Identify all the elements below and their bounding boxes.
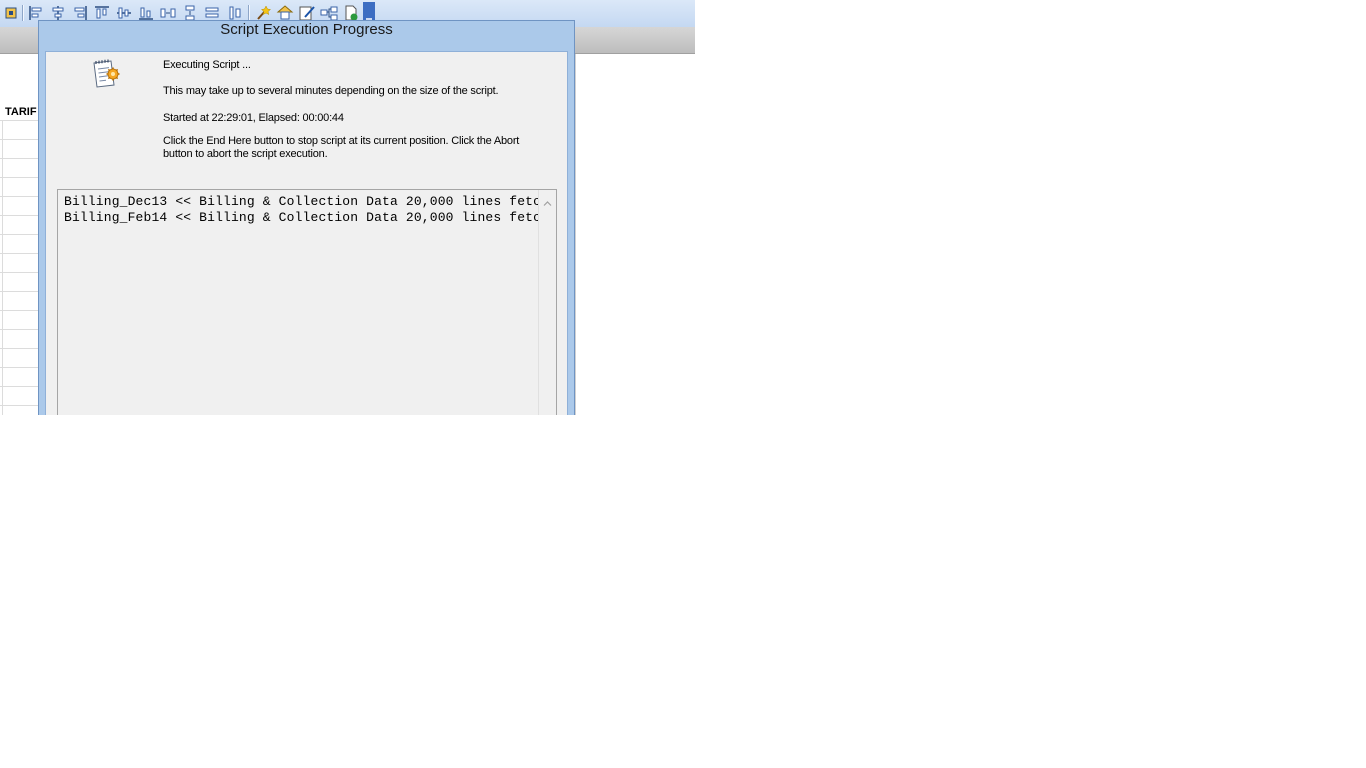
- log-line: Billing_Dec13 << Billing & Collection Da…: [64, 194, 538, 209]
- scroll-up-icon[interactable]: [543, 195, 552, 206]
- background-divider: [575, 54, 576, 415]
- dialog-title[interactable]: Script Execution Progress: [39, 21, 574, 52]
- execution-log[interactable]: Billing_Dec13 << Billing & Collection Da…: [57, 189, 557, 415]
- align-icon[interactable]: [2, 4, 20, 22]
- log-scrollbar[interactable]: [538, 190, 556, 415]
- sheet-column-header: TARIF: [5, 106, 37, 118]
- sheet-grid: [0, 120, 38, 415]
- screen-capture: TARIF Script Execution Progress Executin…: [0, 0, 695, 415]
- executing-label: Executing Script ...: [163, 59, 251, 71]
- toolbar-separator: [22, 5, 23, 21]
- dialog-body: Executing Script ... This may take up to…: [45, 51, 568, 415]
- elapsed-status: Started at 22:29:01, Elapsed: 00:00:44: [163, 112, 344, 124]
- script-document-icon: [91, 58, 121, 92]
- instructions-text: Click the End Here button to stop script…: [163, 135, 520, 160]
- log-line: Billing_Feb14 << Billing & Collection Da…: [64, 210, 538, 225]
- script-execution-dialog: Script Execution Progress Executing Scri…: [38, 20, 575, 415]
- log-lines: Billing_Dec13 << Billing & Collection Da…: [64, 194, 538, 226]
- toolbar-separator: [248, 5, 249, 21]
- wait-message: This may take up to several minutes depe…: [163, 85, 499, 97]
